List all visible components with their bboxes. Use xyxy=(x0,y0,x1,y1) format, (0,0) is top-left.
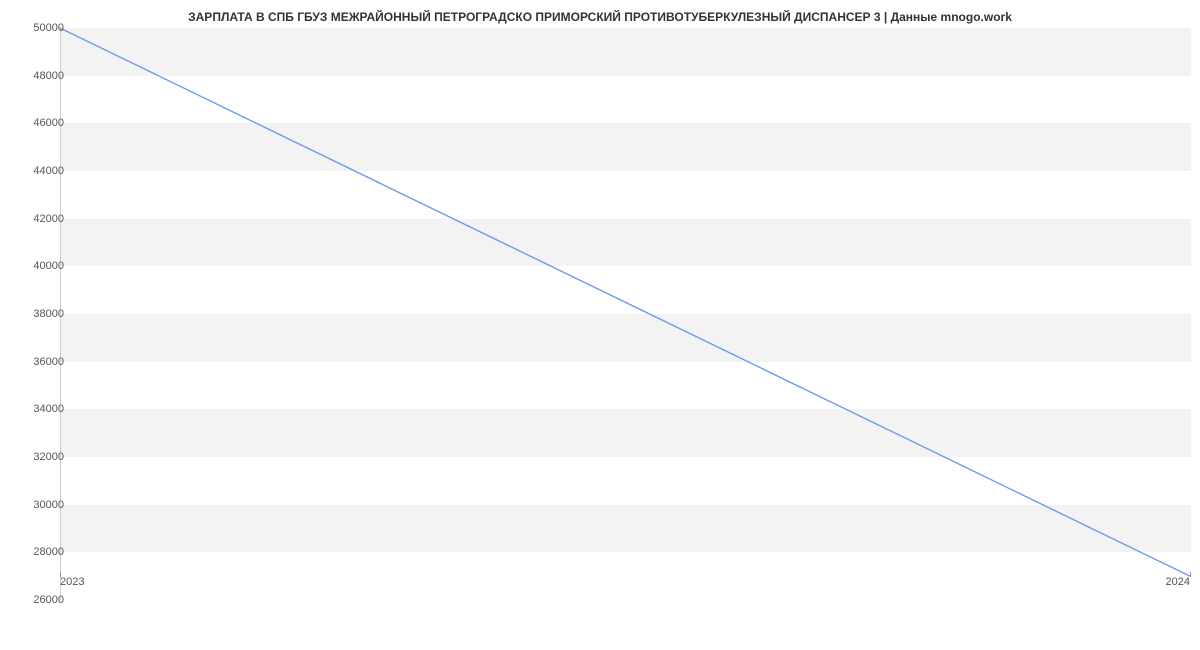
y-tick-label: 40000 xyxy=(14,260,64,272)
y-tick-label: 34000 xyxy=(14,403,64,415)
y-tick-label: 26000 xyxy=(14,594,64,606)
y-tick-label: 44000 xyxy=(14,165,64,177)
y-tick-label: 38000 xyxy=(14,308,64,320)
x-tick-label: 2023 xyxy=(60,576,84,588)
x-tick-label: 2024 xyxy=(1166,576,1190,588)
x-tick-mark xyxy=(1190,572,1191,577)
data-line xyxy=(60,28,1190,576)
chart-plot-area xyxy=(60,28,1190,600)
y-tick-label: 42000 xyxy=(14,213,64,225)
y-tick-label: 30000 xyxy=(14,499,64,511)
y-tick-label: 48000 xyxy=(14,70,64,82)
chart-title: ЗАРПЛАТА В СПБ ГБУЗ МЕЖРАЙОННЫЙ ПЕТРОГРА… xyxy=(0,0,1200,24)
y-tick-label: 46000 xyxy=(14,117,64,129)
y-tick-label: 28000 xyxy=(14,546,64,558)
chart-line-layer xyxy=(60,28,1190,600)
y-tick-label: 32000 xyxy=(14,451,64,463)
y-tick-label: 50000 xyxy=(14,22,64,34)
y-tick-label: 36000 xyxy=(14,356,64,368)
